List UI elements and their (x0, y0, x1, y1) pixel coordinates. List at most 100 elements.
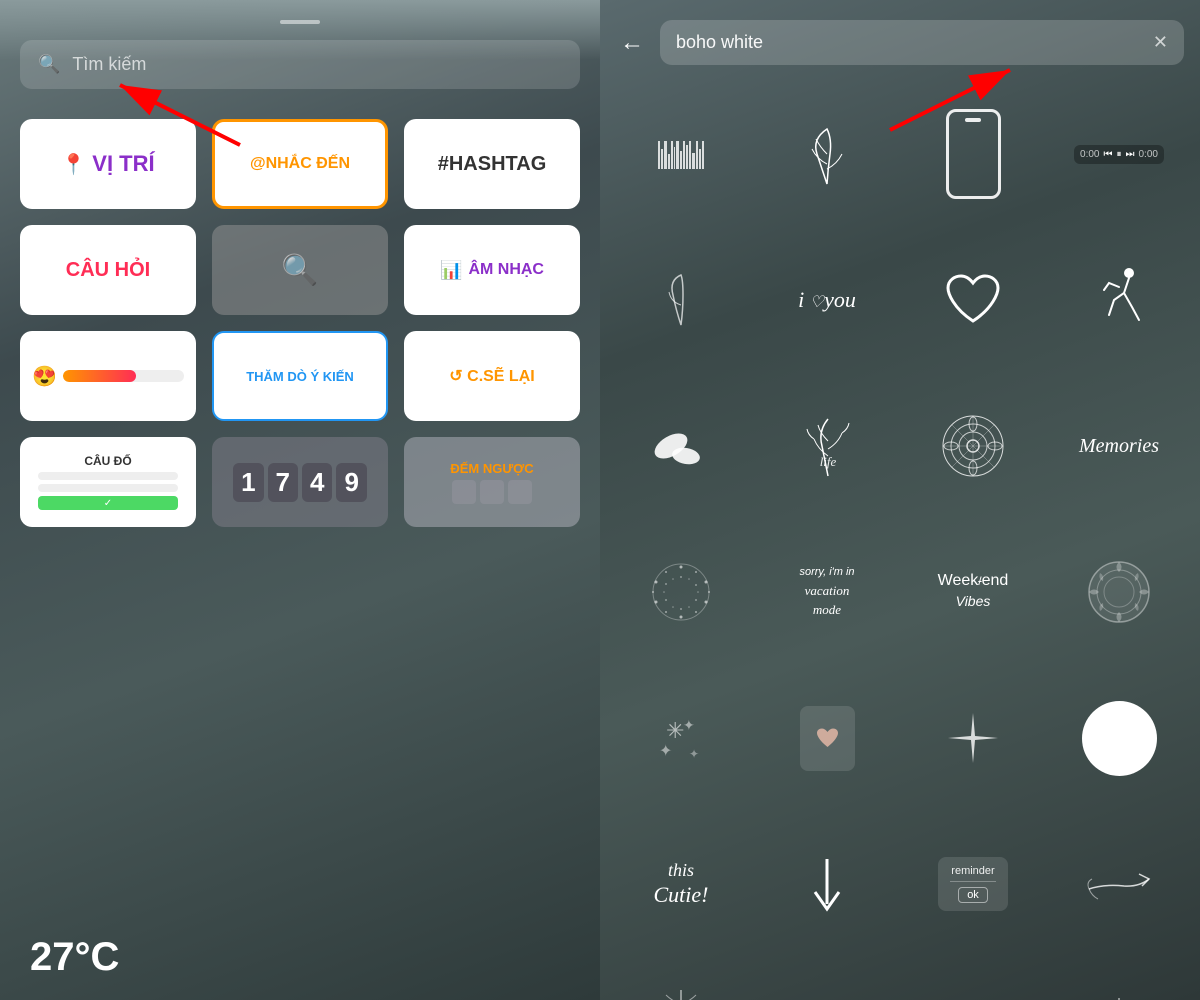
search-value-right: boho white (676, 32, 763, 53)
i-love-you-text: i ♡you (798, 287, 856, 313)
music-rewind-icon: ⏮ (1104, 149, 1113, 160)
result-lace-circle[interactable] (1050, 523, 1188, 661)
result-card[interactable] (758, 669, 896, 807)
clear-search-button[interactable]: ✕ (1153, 32, 1168, 53)
sticker-dem-nguoc[interactable]: ĐẾM NGƯỢC (404, 437, 580, 527)
result-memories[interactable]: Memories (1050, 377, 1188, 515)
result-lightbulb[interactable] (1050, 961, 1188, 1000)
result-branch-life[interactable]: life (758, 377, 896, 515)
dem-block-3 (508, 480, 532, 504)
result-small-leaf[interactable] (612, 231, 750, 369)
temperature-display: 27°C (30, 935, 119, 980)
dem-block-1 (452, 480, 476, 504)
red-arrow-right (880, 50, 1080, 140)
lightbulb-svg (1094, 995, 1144, 1000)
cau-hoi-label: CÂU HỎI (66, 259, 150, 282)
emoji-poll-row: 😍 (32, 364, 184, 389)
svg-text:✦: ✦ (659, 743, 672, 760)
tham-do-label: THĂM DÒ Ý KIẾN (246, 369, 354, 384)
left-panel: 🔍 Tìm kiếm 📍 VỊ TRÍ @NHẮC ĐẾN #HASHTAG (0, 0, 600, 1000)
memories-text: Memories (1079, 435, 1159, 458)
cau-do-line1 (38, 472, 178, 480)
result-this-cutie[interactable]: this Cutie! (612, 815, 750, 953)
result-leaf-branch[interactable] (758, 85, 896, 223)
result-empty-1 (758, 961, 896, 1000)
result-petals[interactable] (612, 377, 750, 515)
vacation-mode-text: sorry, i'm in vacation mode (799, 564, 854, 620)
result-runner[interactable] (1050, 231, 1188, 369)
emoji-face-icon: 😍 (32, 364, 57, 389)
dots-circle-svg (646, 557, 716, 627)
result-reminder[interactable]: reminder ok (904, 815, 1042, 953)
reminder-ok-button[interactable]: ok (958, 887, 988, 903)
card-visual (800, 706, 855, 771)
right-panel: ← boho white ✕ (600, 0, 1200, 1000)
svg-text:✦: ✦ (683, 717, 695, 733)
cau-do-line2 (38, 484, 178, 492)
result-dots-circle[interactable] (612, 523, 750, 661)
heart-small-icon: ♡ (810, 294, 824, 311)
result-sparkles[interactable]: ✳ ✦ ✦ ✦ (612, 669, 750, 807)
card-heart-container (815, 727, 840, 749)
poll-bar-fill (63, 370, 136, 382)
sticker-cse-lai[interactable]: ↺ C.SẼ LẠI (404, 331, 580, 421)
cau-do-check: ✓ (38, 496, 178, 510)
dem-nguoc-blocks (452, 480, 532, 504)
mode-text: mode (813, 602, 841, 617)
result-branch-arrow[interactable] (1050, 815, 1188, 953)
cse-lai-label: ↺ C.SẼ LẠI (449, 366, 534, 386)
svg-text:✳: ✳ (666, 718, 684, 743)
sticker-am-nhac[interactable]: 📊 ÂM NHẠC (404, 225, 580, 315)
music-pause-icon: ⏸ (1117, 149, 1122, 160)
result-star4[interactable] (904, 669, 1042, 807)
search-icon-sticker: 🔍 (281, 253, 318, 288)
search-icon-left: 🔍 (38, 54, 60, 75)
result-arrow-down[interactable] (758, 815, 896, 953)
sticker-timer[interactable]: 1 7 4 9 (212, 437, 388, 527)
branch-arrow-svg (1084, 864, 1154, 904)
sticker-results: 0:00 ⏮ ⏸ ⏭ 0:00 i ♡you (600, 77, 1200, 1000)
star4-svg (943, 708, 1003, 768)
this-cutie-text: this Cutie! (654, 860, 709, 908)
lace-circle-svg (1084, 557, 1154, 627)
sparkles-visual: ✳ ✦ ✦ ✦ (651, 708, 711, 768)
result-mandala[interactable] (904, 377, 1042, 515)
svg-text:✦: ✦ (689, 747, 699, 761)
back-button[interactable]: ← (616, 25, 648, 61)
music-bars-icon: 📊 (440, 260, 462, 281)
drag-handle-left[interactable] (280, 20, 320, 24)
result-barcode[interactable] (612, 85, 750, 223)
sticker-cau-hoi[interactable]: CÂU HỎI (20, 225, 196, 315)
barcode-visual (658, 139, 704, 169)
timer-hour2: 7 (268, 463, 298, 502)
pin-icon: 📍 (61, 152, 86, 177)
am-nhac-label: ÂM NHẠC (468, 261, 544, 279)
sticker-hashtag[interactable]: #HASHTAG (404, 119, 580, 209)
red-arrow-left (60, 55, 260, 155)
result-vertical-branches[interactable] (612, 961, 750, 1000)
reminder-divider (950, 881, 996, 882)
timer-min2: 9 (336, 463, 366, 502)
svg-text:life: life (819, 454, 836, 469)
dem-block-2 (480, 480, 504, 504)
cutie-text: Cutie! (654, 882, 709, 907)
branch-life-svg: life (800, 411, 855, 481)
sticker-search[interactable]: 🔍 (212, 225, 388, 315)
reminder-label: reminder (950, 865, 996, 877)
result-heart[interactable] (904, 231, 1042, 369)
cau-do-label: CÂU ĐỐ (84, 454, 131, 468)
result-vacation-mode[interactable]: sorry, i'm in vacation mode (758, 523, 896, 661)
result-happy-birthday[interactable]: happy birthday (904, 961, 1042, 1000)
music-forward-icon: ⏭ (1126, 149, 1135, 160)
sticker-tham-do[interactable]: THĂM DÒ Ý KIẾN (212, 331, 388, 421)
music-time-left: 0:00 (1080, 149, 1099, 160)
result-weekend-vibes[interactable]: Week/end Vibes (904, 523, 1042, 661)
result-white-circle[interactable] (1050, 669, 1188, 807)
sticker-emoji-poll[interactable]: 😍 (20, 331, 196, 421)
sticker-cau-do[interactable]: CÂU ĐỐ ✓ (20, 437, 196, 527)
result-i-love-you[interactable]: i ♡you (758, 231, 896, 369)
barcode-lines (658, 139, 704, 169)
poll-bar (63, 370, 184, 382)
this-text: this (668, 860, 694, 880)
music-player-visual: 0:00 ⏮ ⏸ ⏭ 0:00 (1074, 145, 1164, 164)
